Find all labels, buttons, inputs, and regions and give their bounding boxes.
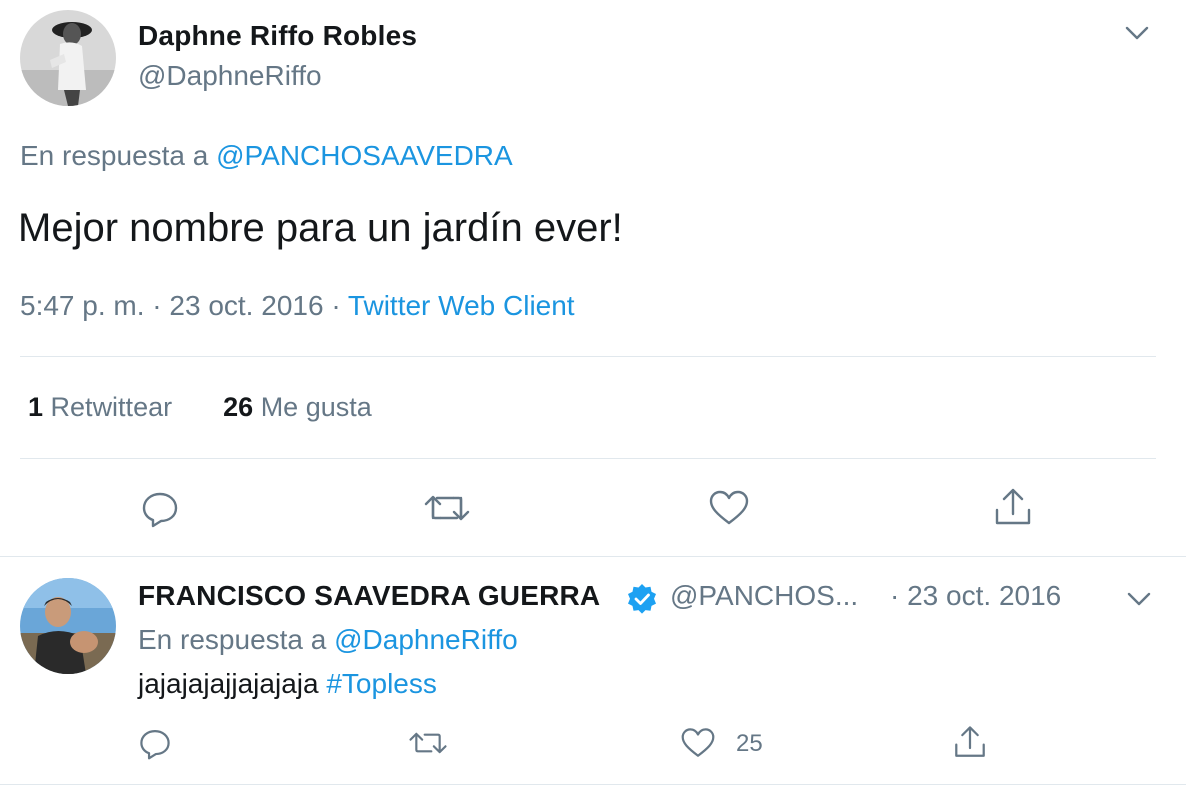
meta-separator: · <box>152 290 162 321</box>
tweet-date[interactable]: 23 oct. 2016 <box>169 290 323 321</box>
hashtag-link[interactable]: #Topless <box>326 668 437 699</box>
reply-text-plain: jajajajajjajajaja <box>138 668 319 699</box>
likes-stat[interactable]: 26 Me gusta <box>223 392 372 422</box>
like-icon <box>681 728 715 757</box>
reply-prefix: En respuesta a <box>20 140 209 171</box>
divider <box>0 784 1186 785</box>
author-name[interactable]: Daphne Riffo Robles <box>138 20 417 52</box>
divider <box>20 458 1156 459</box>
retweet-button[interactable] <box>406 724 450 762</box>
reply-button[interactable] <box>138 486 182 530</box>
reply-icon <box>140 729 170 760</box>
retweet-icon <box>409 732 447 754</box>
share-button[interactable] <box>990 484 1036 530</box>
like-button[interactable] <box>706 486 752 530</box>
chevron-down-icon[interactable] <box>1126 586 1152 612</box>
meta-separator: · <box>331 290 341 321</box>
avatar-daphne[interactable] <box>20 10 116 106</box>
retweets-count: 1 <box>28 392 44 422</box>
reply-context: En respuesta a @DaphneRiffo <box>138 624 518 656</box>
reply-like-count[interactable]: 25 <box>736 730 763 758</box>
reply-button[interactable] <box>136 724 174 762</box>
tweet-client-link[interactable]: Twitter Web Client <box>348 290 575 321</box>
author-handle[interactable]: @DaphneRiffo <box>138 60 322 92</box>
like-button[interactable] <box>678 724 718 762</box>
tweet-meta: 5:47 p. m. · 23 oct. 2016 · Twitter Web … <box>20 290 575 322</box>
chevron-down-icon[interactable] <box>1124 20 1150 46</box>
share-icon <box>995 488 1031 525</box>
retweet-icon <box>424 495 470 521</box>
divider <box>0 556 1186 557</box>
reply-to-link[interactable]: @PANCHOSAAVEDRA <box>216 140 513 171</box>
reply-prefix: En respuesta a <box>138 624 327 655</box>
reply-tweet-text: jajajajajjajajaja #Topless <box>138 668 437 700</box>
tweet-stats: 1 Retwittear 26 Me gusta <box>28 392 372 423</box>
tweet-text: Mejor nombre para un jardín ever! <box>18 206 623 250</box>
reply-date[interactable]: · 23 oct. 2016 <box>890 580 1061 612</box>
reply-author-name[interactable]: FRANCISCO SAAVEDRA GUERRA <box>138 580 600 612</box>
reply-context: En respuesta a @PANCHOSAAVEDRA <box>20 140 513 172</box>
avatar-francisco[interactable] <box>20 578 116 674</box>
tweet-time[interactable]: 5:47 p. m. <box>20 290 145 321</box>
likes-count: 26 <box>223 392 254 422</box>
reply-header: FRANCISCO SAAVEDRA GUERRA @PANCHOS... · … <box>138 580 1178 620</box>
reply-to-link[interactable]: @DaphneRiffo <box>334 624 518 655</box>
retweets-stat[interactable]: 1 Retwittear <box>28 392 172 422</box>
likes-label: Me gusta <box>260 392 372 422</box>
retweet-button[interactable] <box>422 486 472 530</box>
share-button[interactable] <box>950 722 990 762</box>
divider <box>20 356 1156 357</box>
share-icon <box>955 726 985 757</box>
like-icon <box>709 490 749 525</box>
retweets-label: Retwittear <box>50 392 173 422</box>
reply-author-handle[interactable]: @PANCHOS... <box>670 580 858 612</box>
verified-badge-icon <box>626 583 658 615</box>
reply-icon <box>142 492 178 528</box>
